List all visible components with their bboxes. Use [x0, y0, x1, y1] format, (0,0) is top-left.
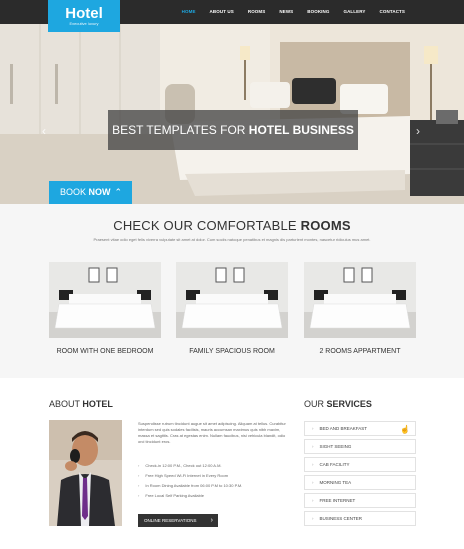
service-item[interactable]: › SIGHT SEEING [304, 439, 416, 454]
rooms-subtitle: Praesent vitae odio eget felis viverra v… [93, 237, 371, 242]
hero-caption-prefix: BEST TEMPLATES FOR [112, 123, 249, 137]
services-list: › BED AND BREAKFAST ☝ › SIGHT SEEING › CAB F… [304, 421, 416, 529]
nav-home[interactable]: HOME [175, 0, 203, 24]
book-now-button[interactable]: BOOK NOW ⌃ [49, 181, 132, 204]
about-features: › Check-in 12:00 P.M., Check out 12:00 A.… [138, 461, 288, 501]
main-menu: HOME ABOUT US ROOMS NEWS BOOKING GALLERY… [175, 0, 412, 24]
services-title-bold: SERVICES [326, 399, 372, 409]
service-item[interactable]: › MORNING TEA [304, 475, 416, 490]
nav-gallery[interactable]: GALLERY [336, 0, 372, 24]
room-bed-image [304, 262, 416, 338]
bullet-icon: › [312, 480, 314, 485]
feature-text: Free Local Self Parking Available [145, 493, 204, 498]
bullet-icon: › [312, 498, 314, 503]
nav-contacts[interactable]: CONTACTS [373, 0, 412, 24]
bullet-icon: › [138, 483, 140, 488]
service-label: MORNING TEA [319, 480, 352, 485]
feature-item: › Check-in 12:00 P.M., Check out 12:00 A.… [138, 461, 288, 471]
room-image[interactable] [176, 262, 288, 338]
chevron-up-icon: ⌃ [114, 187, 122, 197]
rooms-title: CHECK OUR COMFORTABLE ROOMS [0, 218, 464, 233]
bullet-icon: › [138, 463, 140, 468]
room-card[interactable]: FAMILY SPACIOUS ROOM [176, 262, 288, 355]
manager-photo [49, 420, 122, 526]
hero-slider: BEST TEMPLATES FOR HOTEL BUSINESS ‹ › [0, 24, 464, 204]
about-title-bold: HOTEL [82, 399, 113, 409]
online-reservations-button[interactable]: ONLINE RESERVATIONS › [138, 514, 218, 527]
slider-prev-icon[interactable]: ‹ [42, 124, 46, 138]
room-image[interactable] [49, 262, 161, 338]
room-card[interactable]: ROOM WITH ONE BEDROOM [49, 262, 161, 355]
nav-news[interactable]: NEWS [272, 0, 300, 24]
feature-text: Free High Speed Wi-Fi Internet in Every … [145, 473, 229, 478]
feature-text: Check-in 12:00 P.M., Check out 12:00 A.M… [145, 463, 222, 468]
service-label: SIGHT SEEING [319, 444, 352, 449]
service-label: CAB FACILITY [319, 462, 350, 467]
feature-item: › Free Local Self Parking Available [138, 491, 288, 501]
nav-about-us[interactable]: ABOUT US [203, 0, 241, 24]
bullet-icon: › [138, 473, 140, 478]
slider-next-icon[interactable]: › [416, 124, 420, 138]
service-label: FREE INTERNET [319, 498, 356, 503]
chevron-right-icon: › [210, 517, 213, 524]
rooms-title-bold: ROOMS [300, 218, 351, 233]
room-caption[interactable]: 2 ROOMS APPARTMENT [304, 348, 416, 355]
room-image[interactable] [304, 262, 416, 338]
room-caption[interactable]: ROOM WITH ONE BEDROOM [49, 348, 161, 355]
logo-tagline: Executive luxury [69, 21, 99, 26]
services-title-prefix: OUR [304, 399, 327, 409]
service-label: BED AND BREAKFAST [319, 426, 368, 431]
logo-brand: Hotel [65, 5, 103, 22]
bullet-icon: › [312, 516, 314, 521]
service-item[interactable]: › BED AND BREAKFAST ☝ [304, 421, 416, 436]
about-text: Suspendisse rutrum tincidunt augue sit a… [138, 421, 286, 444]
book-now-prefix: BOOK [60, 187, 89, 197]
bullet-icon: › [138, 493, 140, 498]
manager-photo-image [49, 420, 122, 526]
online-reservations-label: ONLINE RESERVATIONS [144, 518, 197, 523]
feature-item: › In Room Dining Available from 06:00 P.M… [138, 481, 288, 491]
bullet-icon: › [312, 444, 314, 449]
site-logo[interactable]: Hotel Executive luxury [48, 0, 120, 32]
service-label: BUSINESS CENTER [319, 516, 363, 521]
services-title: OUR SERVICES [304, 399, 372, 409]
nav-rooms[interactable]: ROOMS [241, 0, 273, 24]
hero-caption: BEST TEMPLATES FOR HOTEL BUSINESS [108, 110, 358, 150]
feature-text: In Room Dining Available from 06:00 P.M … [145, 483, 243, 488]
room-caption[interactable]: FAMILY SPACIOUS ROOM [176, 348, 288, 355]
nav-booking[interactable]: BOOKING [300, 0, 336, 24]
book-now-bold: NOW [88, 187, 111, 197]
room-bed-image [176, 262, 288, 338]
about-title-prefix: ABOUT [49, 399, 83, 409]
room-card[interactable]: 2 ROOMS APPARTMENT [304, 262, 416, 355]
bullet-icon: › [312, 426, 314, 431]
room-bed-image [49, 262, 161, 338]
rooms-title-prefix: CHECK OUR COMFORTABLE [113, 218, 301, 233]
service-item[interactable]: › FREE INTERNET [304, 493, 416, 508]
feature-item: › Free High Speed Wi-Fi Internet in Every… [138, 471, 288, 481]
service-item[interactable]: › BUSINESS CENTER [304, 511, 416, 526]
pointer-cursor-icon: ☝ [400, 425, 410, 434]
about-title: ABOUT HOTEL [49, 399, 113, 409]
hero-caption-bold: HOTEL BUSINESS [248, 123, 354, 137]
service-item[interactable]: › CAB FACILITY [304, 457, 416, 472]
bullet-icon: › [312, 462, 314, 467]
